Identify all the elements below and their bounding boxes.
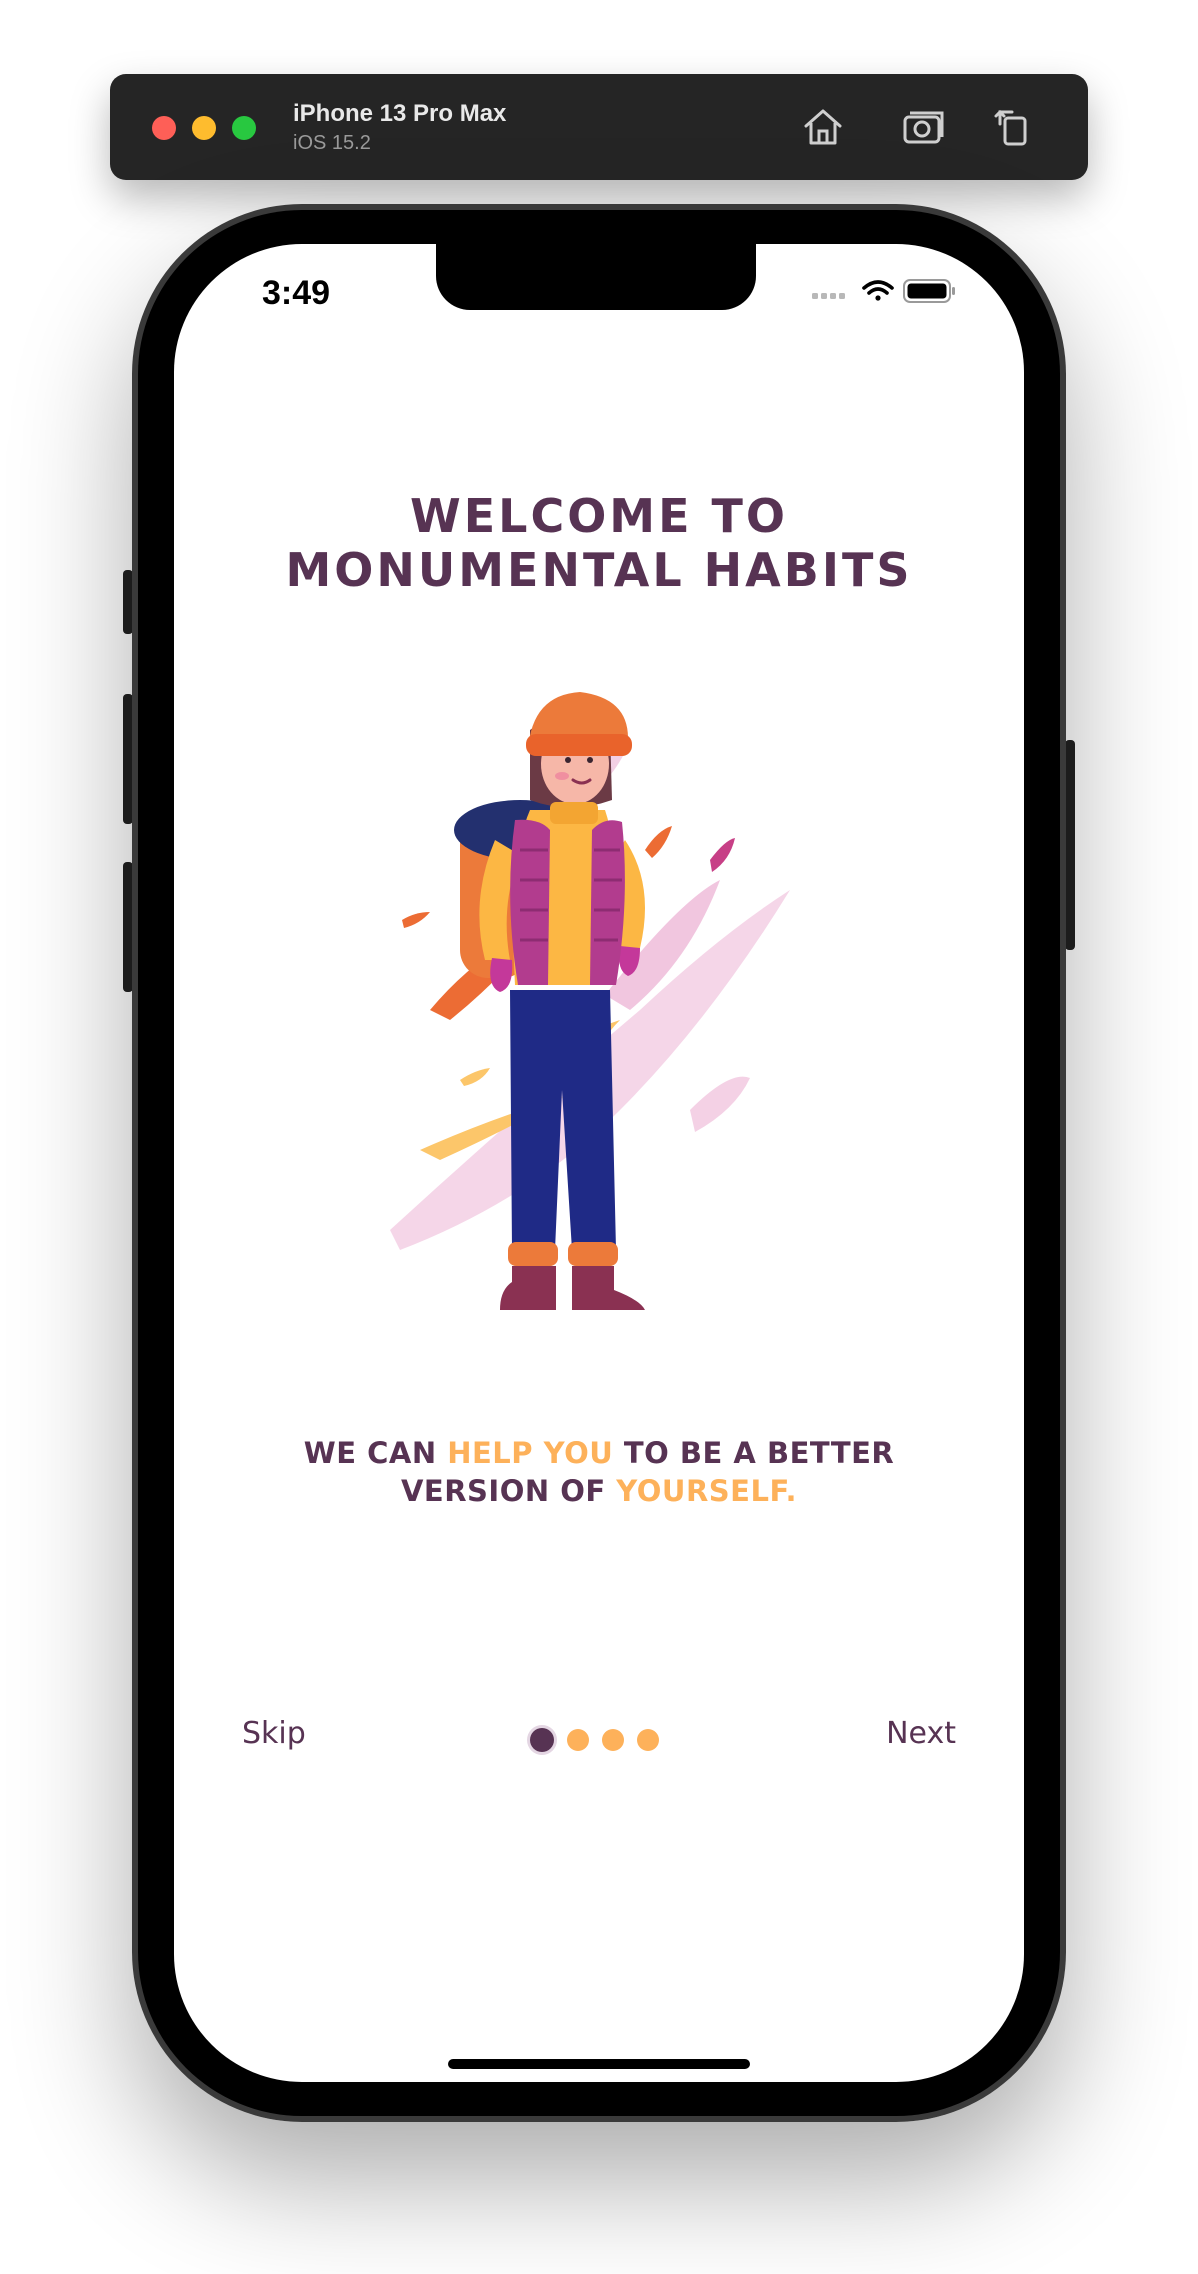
tagline-text2: TO BE A BETTER [613,1436,895,1470]
rotate-icon[interactable] [990,104,1036,150]
welcome-title-line2: MONUMENTAL HABITS [285,543,913,597]
hiker-illustration [390,690,810,1370]
page-dot-3[interactable] [602,1729,624,1751]
phone-screen: 3:49 WELCOME TO MONUMENTAL HABITS WE CAN… [174,244,1024,2082]
skip-button[interactable]: Skip [242,1716,306,1751]
tagline-line1: WE CAN HELP YOU TO BE A BETTER [174,1434,1024,1472]
tagline-text3: VERSION OF [400,1474,617,1508]
page-indicator [530,1726,670,1756]
tagline-highlight-yourself: YOURSELF. [616,1474,798,1508]
screenshot-icon[interactable] [900,104,946,150]
page-dot-1[interactable] [530,1728,554,1752]
minimize-window-button[interactable] [192,116,216,140]
page-dot-2[interactable] [567,1729,589,1751]
close-window-button[interactable] [152,116,176,140]
status-icons [808,276,968,306]
next-button[interactable]: Next [886,1716,956,1751]
status-time: 3:49 [262,274,331,312]
device-name: iPhone 13 Pro Max [293,100,507,127]
notch [436,244,756,310]
tagline-line2: VERSION OF YOURSELF. [174,1472,1024,1510]
power-button [1065,740,1075,950]
tagline-highlight-help: HELP YOU [447,1436,614,1470]
home-indicator[interactable] [448,2059,750,2069]
home-icon[interactable] [800,104,846,150]
os-version: iOS 15.2 [293,132,371,154]
page-dot-4[interactable] [637,1729,659,1751]
tagline-text1: WE CAN [303,1436,448,1470]
tagline: WE CAN HELP YOU TO BE A BETTER VERSION O… [174,1434,1024,1510]
simulator-toolbar: iPhone 13 Pro Max iOS 15.2 [110,74,1088,180]
signal-icon [812,293,845,299]
welcome-title-line1: WELCOME TO [409,489,789,543]
battery-icon [903,279,955,303]
wifi-icon [862,280,894,301]
zoom-window-button[interactable] [232,116,256,140]
